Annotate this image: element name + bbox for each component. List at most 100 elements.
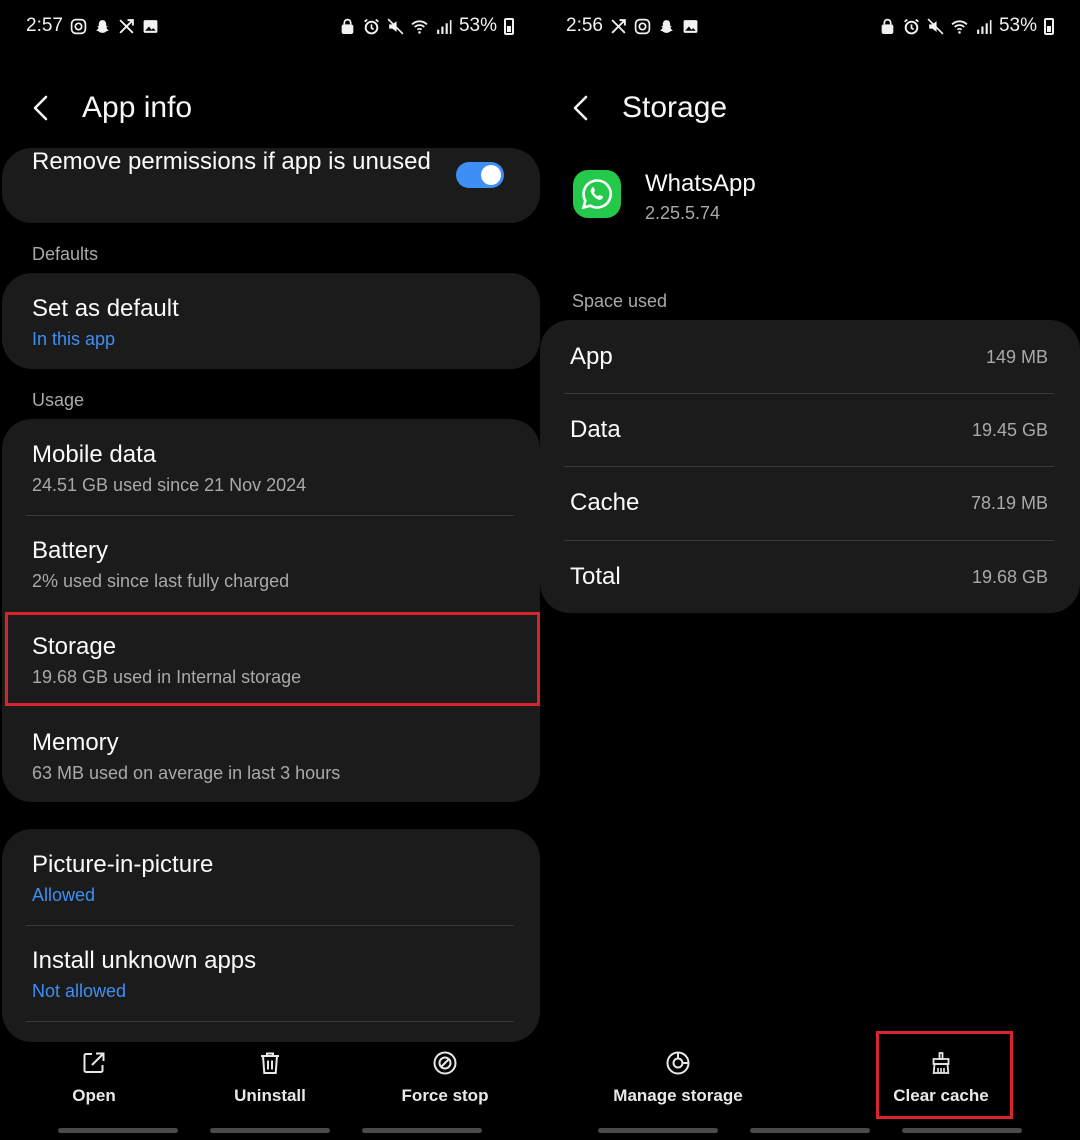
signal-icon xyxy=(437,19,452,34)
space-value-app: 149 MB xyxy=(985,346,1048,367)
pip-title: Picture-in-picture xyxy=(32,851,214,878)
status-time: 2:56 xyxy=(566,15,603,36)
status-bar: 2:57 53% xyxy=(26,12,514,40)
mobile-data-title: Mobile data xyxy=(32,441,157,468)
force-stop-icon xyxy=(433,1051,457,1075)
space-label-app: App xyxy=(570,343,613,370)
app-info-screen: 2:57 53% App info Remove permissions if … xyxy=(0,0,540,1140)
battery-title: Battery xyxy=(32,537,109,564)
instagram-icon xyxy=(70,18,87,34)
lock-icon xyxy=(341,18,354,34)
snapchat-icon xyxy=(96,19,109,33)
page-title: App info xyxy=(82,91,193,124)
instagram-icon xyxy=(634,18,651,34)
status-bar: 2:56 53% xyxy=(566,12,1054,40)
app-version: 2.25.5.74 xyxy=(645,203,721,223)
remove-permissions-row[interactable]: Remove permissions if app is unused xyxy=(2,148,540,223)
picture-in-picture-row[interactable]: Picture-in-picture Allowed xyxy=(2,851,540,906)
space-row-app: App 149 MB xyxy=(540,320,1080,394)
memory-title: Memory xyxy=(32,729,119,756)
whatsapp-logo-icon xyxy=(573,170,621,218)
nav-bar-pill xyxy=(598,1128,718,1133)
set-as-default-sub: In this app xyxy=(32,329,116,349)
wifi-icon xyxy=(411,19,428,34)
battery-row[interactable]: Battery 2% used since last fully charged xyxy=(2,537,540,592)
unknown-apps-sub: Not allowed xyxy=(32,981,127,1001)
memory-sub: 63 MB used on average in last 3 hours xyxy=(32,763,341,783)
install-unknown-apps-row[interactable]: Install unknown apps Not allowed xyxy=(2,947,540,1002)
battery-icon xyxy=(504,17,514,35)
nav-bar-pill xyxy=(902,1128,1022,1133)
snapchat-icon xyxy=(660,19,673,33)
remove-permissions-toggle[interactable] xyxy=(456,162,504,188)
divider xyxy=(26,925,514,926)
back-arrow-icon[interactable] xyxy=(570,94,592,122)
app-name: WhatsApp xyxy=(645,170,756,197)
battery-percent: 53% xyxy=(458,15,497,36)
space-row-total: Total 19.68 GB xyxy=(540,540,1080,614)
alarm-icon xyxy=(904,18,919,34)
manage-storage-label: Manage storage xyxy=(613,1086,743,1105)
force-stop-button[interactable]: Force stop xyxy=(390,1050,500,1106)
gallery-icon xyxy=(683,19,698,33)
uninstall-button[interactable]: Uninstall xyxy=(220,1050,320,1106)
lock-icon xyxy=(881,18,894,34)
whatsapp-glyph-icon xyxy=(581,179,612,210)
nav-bar-pill xyxy=(210,1128,330,1133)
open-button[interactable]: Open xyxy=(54,1050,134,1106)
space-row-cache: Cache 78.19 MB xyxy=(540,466,1080,540)
app-bar: App info xyxy=(30,84,192,132)
unknown-apps-title: Install unknown apps xyxy=(32,947,257,974)
battery-sub: 2% used since last fully charged xyxy=(32,571,290,591)
remove-permissions-label: Remove permissions if app is unused xyxy=(32,148,431,175)
storage-highlight-box xyxy=(5,612,540,706)
open-external-icon xyxy=(83,1052,105,1073)
space-value-data: 19.45 GB xyxy=(971,419,1048,440)
wifi-icon xyxy=(951,19,968,34)
section-usage: Usage xyxy=(32,390,85,410)
space-row-data: Data 19.45 GB xyxy=(540,393,1080,467)
space-used-card: App 149 MB Data 19.45 GB Cache 78.19 MB … xyxy=(540,320,1080,613)
alarm-icon xyxy=(364,18,379,34)
advanced-card: Picture-in-picture Allowed Install unkno… xyxy=(2,829,540,1042)
defaults-card: Set as default In this app xyxy=(2,273,540,369)
space-label-cache: Cache xyxy=(570,489,640,516)
mute-icon xyxy=(387,17,404,35)
nav-bar-pill xyxy=(58,1128,178,1133)
space-value-cache: 78.19 MB xyxy=(970,492,1048,513)
mobile-data-sub: 24.51 GB used since 21 Nov 2024 xyxy=(32,475,307,495)
battery-icon xyxy=(1044,17,1054,35)
clear-cache-highlight-box xyxy=(876,1031,1013,1119)
memory-row[interactable]: Memory 63 MB used on average in last 3 h… xyxy=(2,729,540,784)
set-as-default-title: Set as default xyxy=(32,295,179,322)
set-as-default-row[interactable]: Set as default In this app xyxy=(2,295,540,350)
divider xyxy=(26,1021,514,1022)
space-value-total: 19.68 GB xyxy=(971,566,1048,587)
nav-bar-pill xyxy=(362,1128,482,1133)
mobile-data-row[interactable]: Mobile data 24.51 GB used since 21 Nov 2… xyxy=(2,441,540,496)
app-bar: Storage xyxy=(570,84,727,132)
missed-call-icon xyxy=(119,18,134,34)
status-time: 2:57 xyxy=(26,15,63,36)
trash-icon xyxy=(261,1052,279,1074)
permissions-card: Remove permissions if app is unused xyxy=(2,148,540,223)
section-defaults: Defaults xyxy=(32,244,99,264)
missed-call-icon xyxy=(611,18,626,34)
space-label-total: Total xyxy=(570,563,621,590)
page-title: Storage xyxy=(622,91,728,124)
usage-card: Mobile data 24.51 GB used since 21 Nov 2… xyxy=(2,419,540,802)
section-space-used: Space used xyxy=(572,291,668,311)
gallery-icon xyxy=(143,19,158,33)
pie-chart-icon xyxy=(666,1051,690,1075)
mute-icon xyxy=(927,17,944,35)
toggle-knob xyxy=(481,165,501,185)
open-label: Open xyxy=(72,1086,116,1105)
storage-screen: 2:56 53% Storage WhatsApp 2.25.5.74 Spac… xyxy=(540,0,1080,1140)
back-arrow-icon[interactable] xyxy=(30,94,52,122)
signal-icon xyxy=(977,19,992,34)
space-label-data: Data xyxy=(570,416,621,443)
manage-storage-button[interactable]: Manage storage xyxy=(608,1050,748,1106)
nav-bar-pill xyxy=(750,1128,870,1133)
force-stop-label: Force stop xyxy=(401,1086,489,1105)
divider xyxy=(26,515,514,516)
